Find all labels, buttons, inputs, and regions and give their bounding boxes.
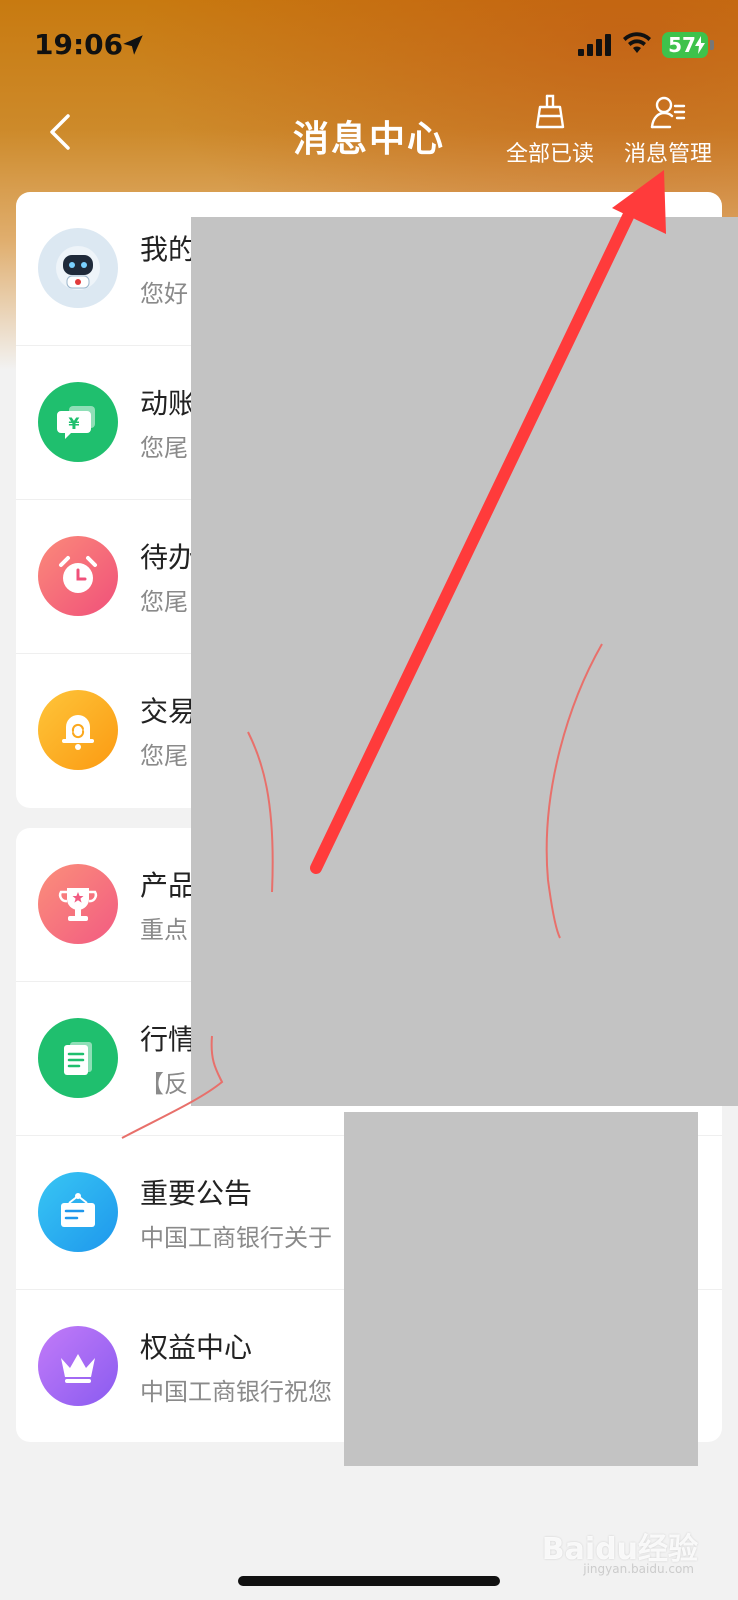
item-title: 动账 [140,387,197,420]
nav-bar: 消息中心 全部已读 消息管理 [0,92,738,188]
trophy-icon [38,864,118,944]
robot-assistant-glyph [56,246,100,290]
yuan-chat-glyph: ¥ [57,406,95,439]
item-title: 权益中心 [140,1331,253,1364]
item-title: 交易 [140,695,197,728]
battery-indicator: 57 [662,32,708,58]
message-settings-label: 消息管理 [624,142,713,167]
yuan-chat-icon: ¥ [38,382,118,462]
item-subtitle: 【反 [140,1070,188,1098]
home-indicator[interactable] [238,1576,500,1586]
document-icon [38,1018,118,1098]
charging-bolt-icon [695,36,705,54]
wifi-icon [623,32,651,53]
alarm-clock-icon [38,536,118,616]
item-title: 产品 [140,869,197,902]
alarm-clock-glyph [59,556,97,593]
item-subtitle: 您好 [140,280,188,308]
item-title: 我的 [140,233,197,266]
status-bar: 19:06 57 [0,0,738,92]
crown-icon [38,1326,118,1406]
notice-board-glyph [61,1193,95,1227]
item-subtitle: 您尾 [140,588,188,616]
mark-all-read-label: 全部已读 [506,142,595,167]
robot-assistant-icon [38,228,118,308]
item-title: 行情 [140,1023,197,1056]
user-settings-icon [650,96,686,129]
status-time: 19:06 [34,28,124,61]
message-settings-button[interactable]: 消息管理 [624,94,712,168]
notice-board-icon [38,1172,118,1252]
bell-icon [38,690,118,770]
crown-glyph [61,1354,95,1383]
svg-text:¥: ¥ [68,414,79,433]
battery-level: 57 [668,33,696,57]
location-arrow-icon [123,35,143,55]
item-title: 待办 [140,541,197,574]
item-subtitle: 您尾 [140,742,188,770]
item-title: 重要公告 [140,1177,253,1210]
mark-all-read-button[interactable]: 全部已读 [506,94,594,168]
item-subtitle: 您尾 [140,434,188,462]
broom-icon [535,94,565,129]
item-subtitle: 中国工商银行祝您 [140,1378,332,1406]
item-subtitle: 重点 [140,916,188,944]
watermark-url: jingyan.baidu.com [583,1562,694,1576]
redaction-box [344,1112,698,1466]
bell-glyph [62,715,94,750]
cellular-signal-icon [578,34,611,56]
redaction-box [191,217,738,1106]
trophy-glyph [58,888,98,921]
battery-cap [710,40,714,50]
item-subtitle: 中国工商银行关于 [140,1224,332,1252]
document-glyph [64,1042,92,1075]
